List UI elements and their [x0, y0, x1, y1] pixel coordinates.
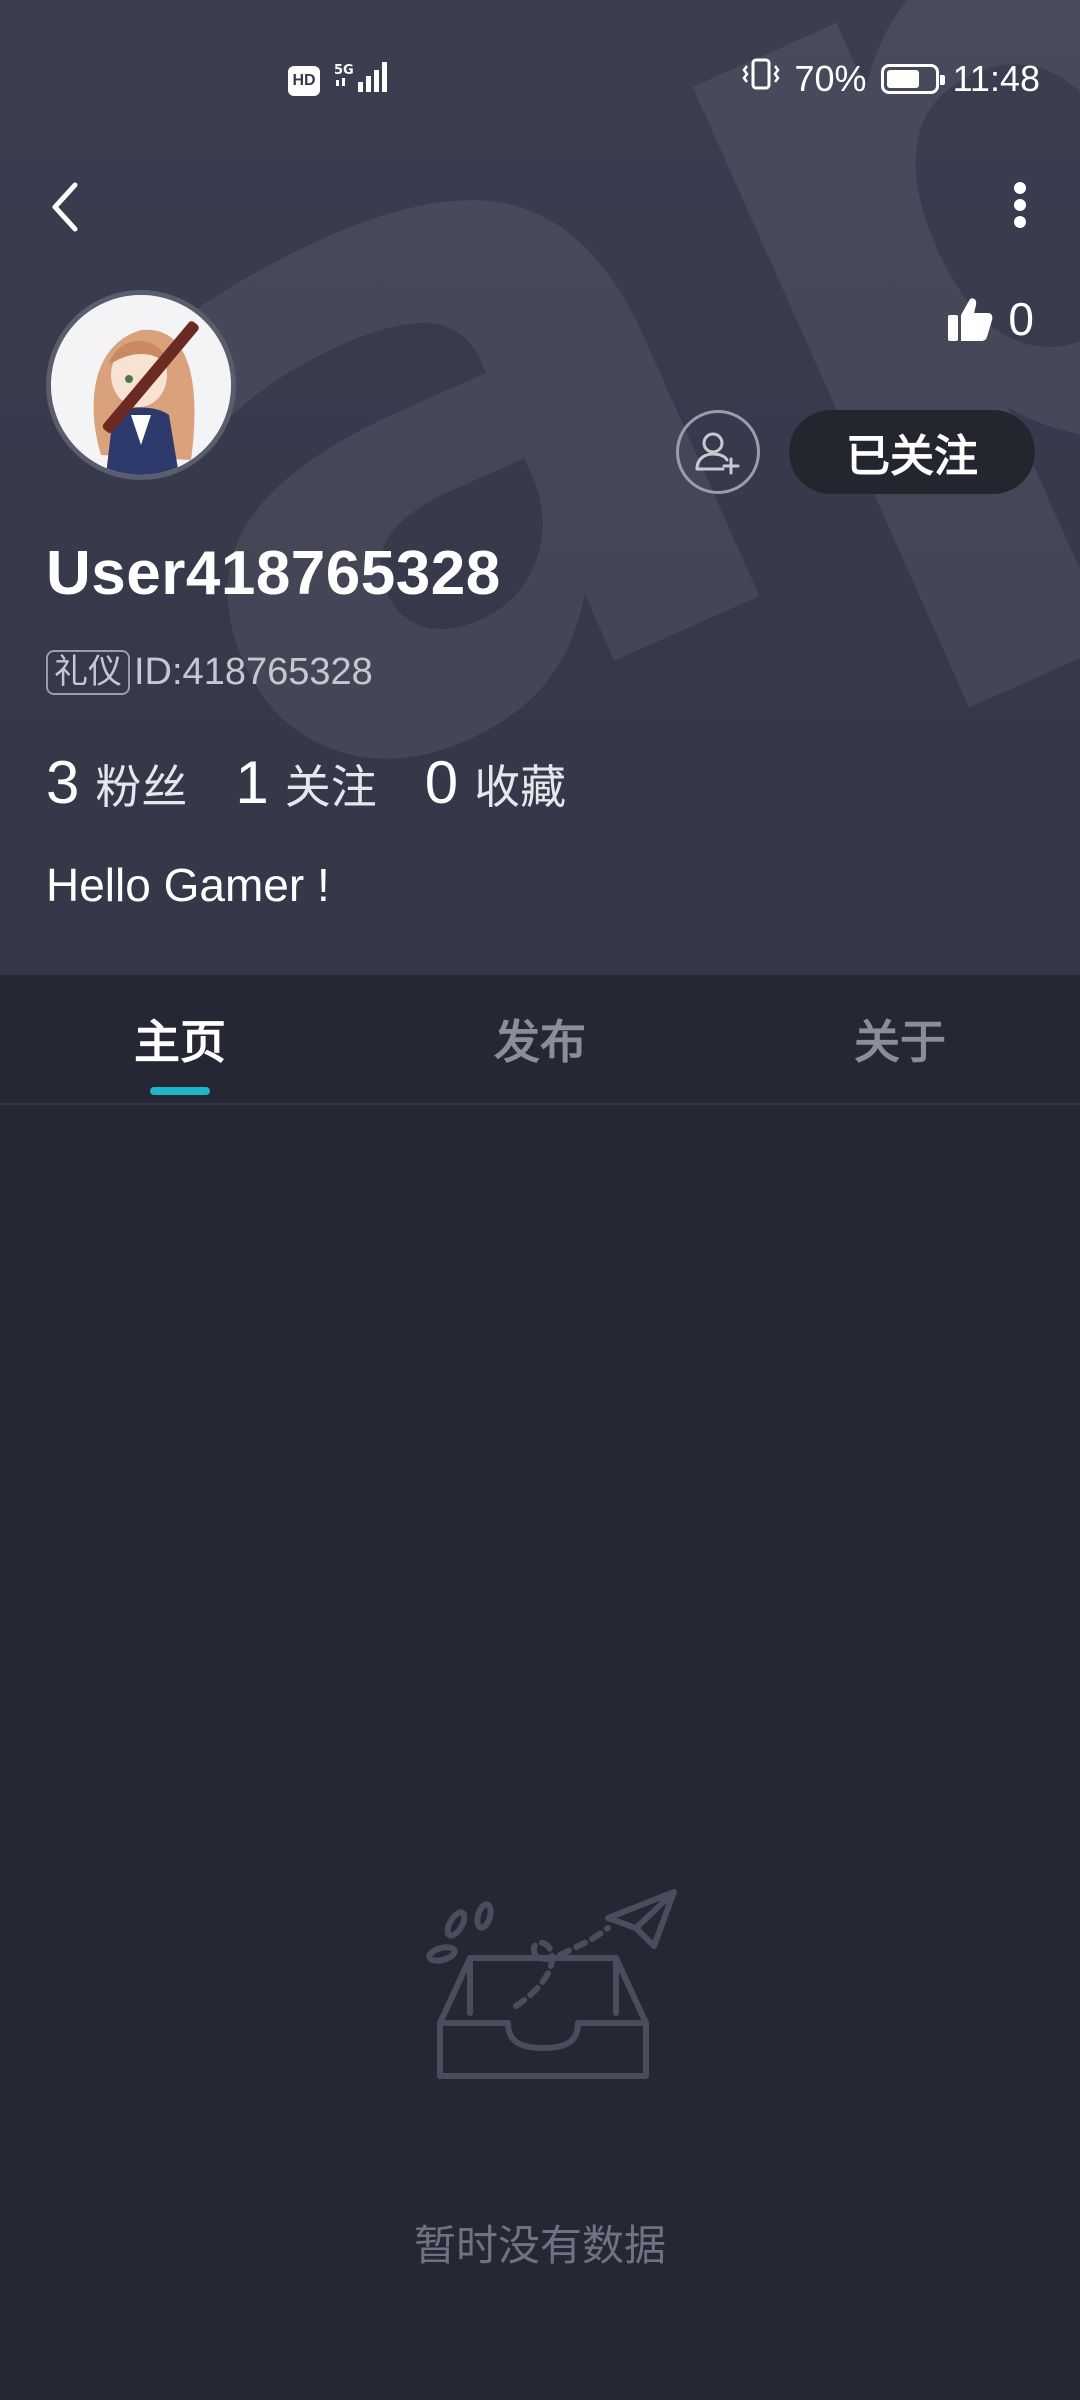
stat-favorites[interactable]: 0 收藏 — [425, 748, 566, 817]
tab-about[interactable]: 关于 — [720, 975, 1080, 1103]
tab-label: 关于 — [854, 1016, 946, 1068]
add-friend-button[interactable] — [676, 410, 760, 494]
more-options-button[interactable] — [990, 170, 1050, 240]
stat-value: 1 — [235, 749, 269, 816]
status-bar: HD 5G 70% 11:48 — [0, 0, 1080, 160]
tab-home[interactable]: 主页 — [0, 975, 360, 1103]
status-right: 70% 11:48 — [741, 56, 1040, 101]
signal-icon: 5G — [334, 60, 390, 101]
clock: 11:48 — [952, 57, 1040, 99]
stat-value: 0 — [424, 749, 459, 816]
empty-state-message: 暂时没有数据 — [413, 2222, 666, 2269]
stat-label: 关注 — [284, 761, 377, 813]
likes-count: 0 — [1008, 293, 1034, 345]
following-button[interactable]: 已关注 — [789, 410, 1035, 494]
more-vertical-icon — [1014, 182, 1026, 228]
status-left: HD 5G — [288, 60, 390, 101]
avatar-image — [51, 295, 231, 475]
tab-posts[interactable]: 发布 — [360, 975, 720, 1103]
profile-stats: 3 粉丝 1 关注 0 收藏 — [46, 748, 614, 817]
stat-value: 3 — [46, 749, 80, 816]
chevron-left-icon — [52, 182, 78, 232]
avatar[interactable] — [46, 290, 236, 480]
user-id-row: 礼仪 ID:418765328 — [46, 650, 373, 696]
stat-followers[interactable]: 3 粉丝 — [46, 748, 187, 817]
username: User418765328 — [46, 539, 501, 608]
battery-fill — [886, 69, 919, 88]
thumbs-up-icon — [948, 298, 993, 341]
vibrate-icon — [741, 56, 781, 101]
profile-header: apta HD 5G 70% 11:48 0 已关注 User418765328… — [0, 0, 1080, 975]
user-tag-badge: 礼仪 — [46, 650, 130, 696]
back-button[interactable] — [40, 172, 90, 242]
hd-icon: HD — [288, 65, 320, 96]
add-user-icon — [695, 432, 740, 475]
user-id: ID:418765328 — [134, 651, 373, 694]
battery-percent: 70% — [794, 57, 867, 99]
battery-icon — [880, 63, 945, 94]
stat-label: 粉丝 — [95, 761, 188, 813]
tab-label: 发布 — [494, 1016, 586, 1068]
stat-label: 收藏 — [474, 761, 567, 813]
profile-tabs: 主页 发布 关于 — [0, 975, 1080, 1105]
active-tab-indicator — [150, 1087, 210, 1095]
user-bio: Hello Gamer ! — [46, 859, 330, 911]
likes[interactable]: 0 — [946, 292, 1034, 346]
empty-inbox-icon — [418, 1888, 678, 2098]
svg-text:5G: 5G — [334, 63, 354, 78]
stat-following[interactable]: 1 关注 — [235, 748, 376, 817]
tab-label: 主页 — [134, 1016, 226, 1068]
